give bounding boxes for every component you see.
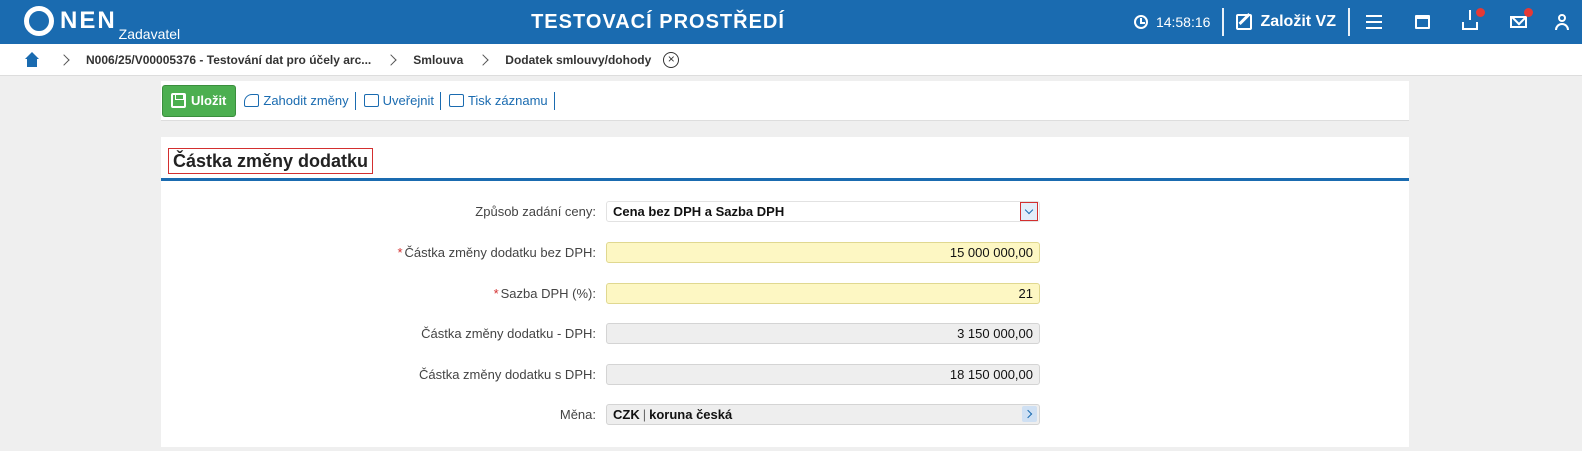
- download-icon: [1462, 10, 1478, 30]
- action-toolbar: Uložit Zahodit změny Uveřejnit Tisk zázn…: [161, 81, 1409, 121]
- floppy-disk-icon: [171, 93, 186, 108]
- user-icon: [1555, 14, 1569, 30]
- discard-changes-button[interactable]: Zahodit změny: [236, 91, 356, 110]
- price-mode-value: Cena bez DPH a Sazba DPH: [613, 204, 785, 219]
- vat-amount-field: 3 150 000,00: [606, 323, 1040, 344]
- chevron-right-icon: [58, 53, 70, 66]
- required-mark: *: [397, 245, 403, 260]
- downloads-button[interactable]: [1446, 0, 1494, 44]
- menu-button[interactable]: [1350, 0, 1398, 44]
- publish-button[interactable]: Uveřejnit: [356, 91, 441, 110]
- chevron-right-icon: [385, 53, 397, 66]
- save-label: Uložit: [191, 93, 227, 108]
- notification-badge: [1524, 8, 1533, 17]
- top-bar: NEN Zadavatel TESTOVACÍ PROSTŘEDÍ 14:58:…: [0, 0, 1582, 44]
- divider: [1222, 8, 1225, 36]
- create-vz-label: Založit VZ: [1260, 13, 1336, 30]
- row-amount-excl-vat: * Částka změny dodatku bez DPH: 15 000 00…: [161, 242, 1409, 264]
- breadcrumb-item-tender[interactable]: N006/25/V00005376 - Testování dat pro úč…: [86, 53, 371, 67]
- chevron-right-icon[interactable]: [1022, 406, 1037, 422]
- currency-separator: |: [642, 407, 647, 422]
- row-currency: Měna: CZK | koruna česká: [161, 404, 1409, 426]
- currency-label: Měna:: [559, 407, 596, 422]
- amount-excl-vat-label: * Částka změny dodatku bez DPH:: [397, 245, 596, 260]
- breadcrumb-item-current: Dodatek smlouvy/dohody: [505, 52, 652, 67]
- messages-button[interactable]: [1494, 0, 1542, 44]
- currency-name: koruna česká: [649, 407, 733, 422]
- breadcrumb-item-contract[interactable]: Smlouva: [413, 53, 463, 67]
- calendar-icon: [1414, 15, 1430, 29]
- undo-icon: [244, 94, 260, 107]
- discard-label: Zahodit změny: [263, 93, 349, 108]
- printer-icon: [448, 94, 464, 107]
- publish-label: Uveřejnit: [382, 93, 434, 108]
- vat-rate-label: * Sazba DPH (%):: [494, 286, 596, 301]
- chevron-down-icon[interactable]: [1020, 202, 1038, 221]
- print-label: Tisk záznamu: [467, 93, 548, 108]
- menu-icon: [1366, 15, 1382, 29]
- vat-amount-label: Částka změny dodatku - DPH:: [421, 326, 596, 341]
- card-header: Částka změny dodatku: [161, 137, 1409, 181]
- currency-code: CZK: [613, 407, 640, 422]
- vat-rate-label-text: Sazba DPH (%):: [500, 286, 596, 301]
- notification-badge: [1476, 8, 1485, 17]
- chevron-right-icon: [477, 53, 489, 66]
- user-button[interactable]: [1542, 0, 1582, 44]
- amount-excl-vat-label-text: Částka změny dodatku bez DPH:: [404, 245, 596, 260]
- clock-icon: [1133, 15, 1148, 29]
- amount-incl-vat-field: 18 150 000,00: [606, 364, 1040, 385]
- create-vz-button[interactable]: Založit VZ: [1224, 13, 1348, 31]
- print-record-button[interactable]: Tisk záznamu: [441, 91, 555, 110]
- clipboard-icon: [363, 94, 379, 107]
- required-mark: *: [493, 286, 499, 301]
- price-mode-label: Způsob zadání ceny:: [475, 204, 596, 219]
- row-vat-amount: Částka změny dodatku - DPH: 3 150 000,00: [161, 323, 1409, 345]
- mail-icon: [1509, 16, 1527, 28]
- close-icon[interactable]: ×: [663, 51, 680, 68]
- row-vat-rate: * Sazba DPH (%): 21: [161, 283, 1409, 305]
- amount-incl-vat-label: Částka změny dodatku s DPH:: [418, 367, 596, 382]
- row-amount-incl-vat: Částka změny dodatku s DPH: 18 150 000,0…: [161, 364, 1409, 386]
- amount-change-card: Částka změny dodatku Způsob zadání ceny:…: [161, 137, 1409, 447]
- currency-field: CZK | koruna česká: [606, 404, 1040, 425]
- environment-title: TESTOVACÍ PROSTŘEDÍ: [531, 11, 785, 33]
- edit-icon: [1236, 14, 1253, 30]
- breadcrumb: N006/25/V00005376 - Testování dat pro úč…: [0, 44, 1582, 76]
- price-mode-select[interactable]: Cena bez DPH a Sazba DPH: [606, 201, 1040, 222]
- home-icon[interactable]: [24, 51, 40, 68]
- session-clock: 14:58:16: [1133, 14, 1223, 30]
- save-button[interactable]: Uložit: [162, 84, 237, 117]
- vat-rate-input[interactable]: 21: [606, 283, 1040, 304]
- top-right-controls: 14:58:16 Založit VZ: [1133, 0, 1582, 44]
- section-title: Částka změny dodatku: [168, 148, 374, 174]
- row-price-mode: Způsob zadání ceny: Cena bez DPH a Sazba…: [161, 201, 1409, 223]
- clock-time: 14:58:16: [1155, 14, 1211, 30]
- calendar-button[interactable]: [1398, 0, 1446, 44]
- amount-excl-vat-input[interactable]: 15 000 000,00: [606, 242, 1040, 263]
